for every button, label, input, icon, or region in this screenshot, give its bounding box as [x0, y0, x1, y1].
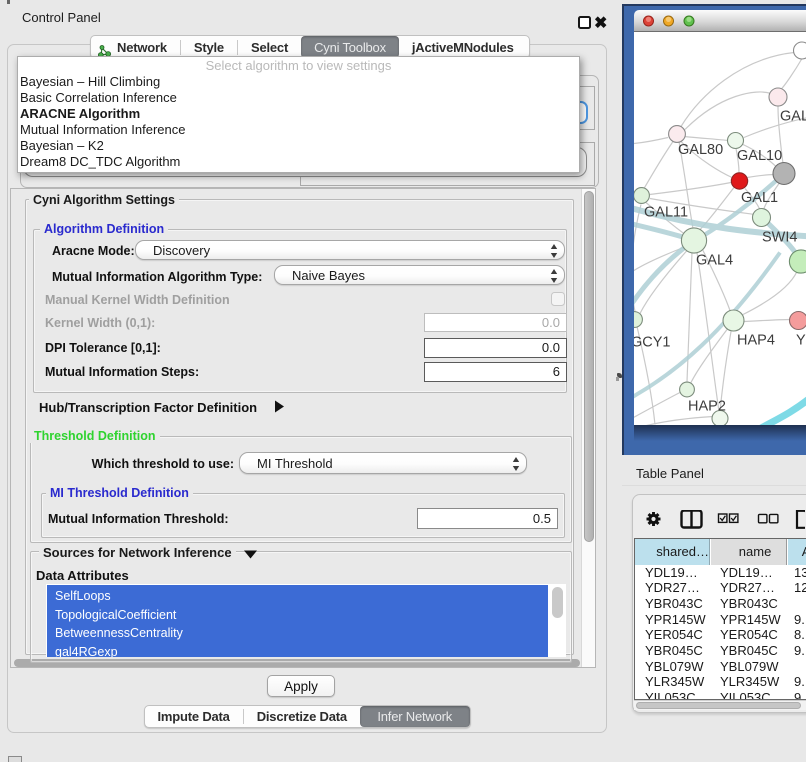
svg-text:SWI4: SWI4 — [762, 229, 797, 245]
svg-text:GAL11: GAL11 — [644, 204, 688, 220]
svg-text:Y: Y — [796, 332, 806, 348]
svg-text:GAL1: GAL1 — [741, 190, 778, 206]
svg-text:GAL80: GAL80 — [678, 142, 723, 158]
svg-text:HAP2: HAP2 — [688, 398, 726, 414]
svg-text:GCY1: GCY1 — [634, 334, 671, 350]
svg-text:HAP4: HAP4 — [737, 332, 775, 348]
svg-text:GAL: GAL — [780, 108, 806, 124]
svg-text:GAL4: GAL4 — [696, 252, 733, 268]
svg-text:GAL10: GAL10 — [737, 148, 782, 164]
